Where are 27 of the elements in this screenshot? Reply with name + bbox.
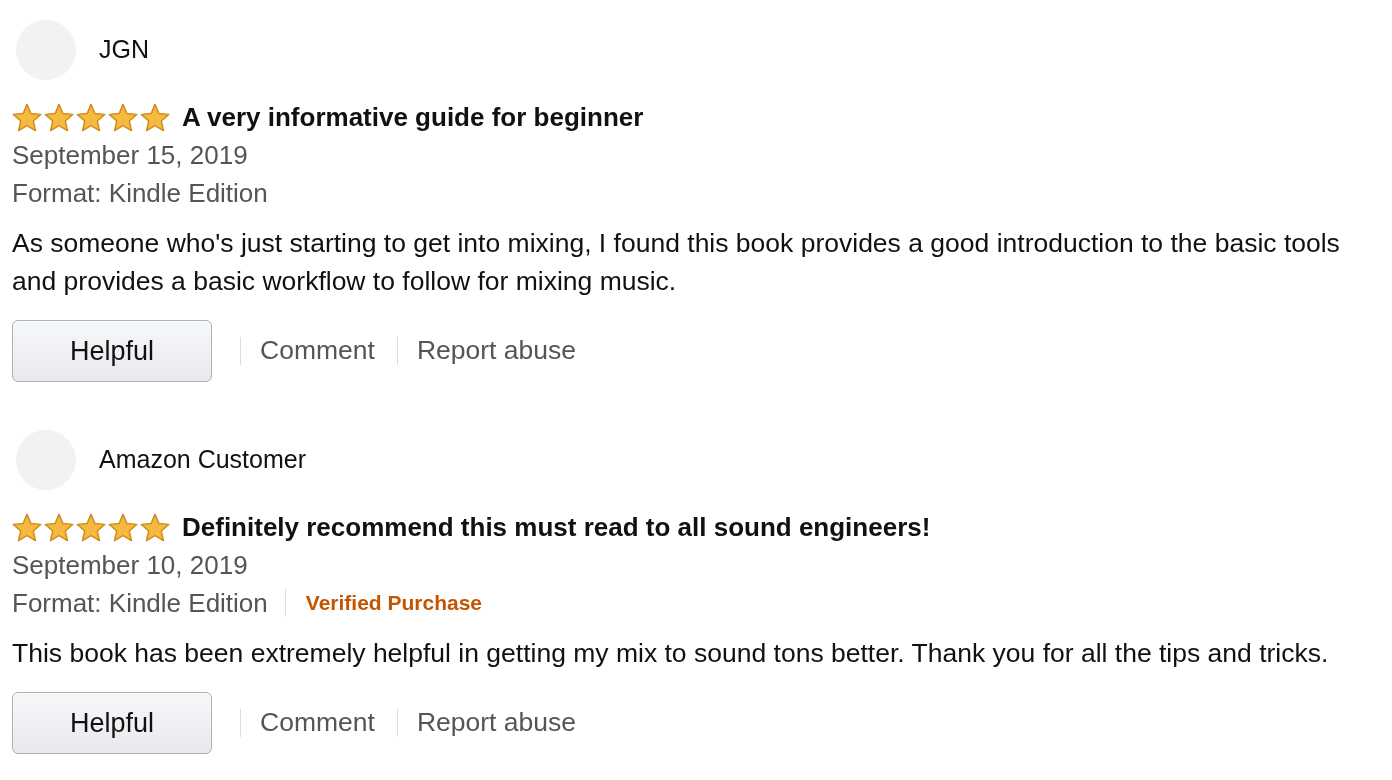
star-icon — [76, 102, 106, 132]
review-title: Definitely recommend this must read to all sound engineers! — [182, 510, 931, 544]
helpful-button[interactable]: Helpful — [12, 320, 212, 382]
reviewer-name: JGN — [99, 34, 149, 66]
star-icon — [12, 102, 42, 132]
action-link[interactable]: Report abuse — [416, 331, 576, 371]
star-icon — [140, 512, 170, 542]
star-icon — [108, 102, 138, 132]
star-icon — [108, 512, 138, 542]
reviewer-name: Amazon Customer — [99, 444, 307, 476]
review-title: A very informative guide for beginner — [182, 100, 644, 134]
review-date: September 10, 2019 — [12, 549, 248, 582]
review-body: As someone who's just starting to get into mixing, I found this book provides a good introduction to the basic tools and provides a basic workflow to follow for mixing music. — [12, 227, 1341, 298]
star-icon — [12, 512, 42, 542]
helpful-button[interactable]: Helpful — [12, 692, 212, 754]
star-icon — [44, 102, 74, 132]
review-format: Format: Kindle Edition — [12, 176, 268, 210]
action-link[interactable]: Comment — [260, 703, 375, 743]
star-icon — [44, 512, 74, 542]
review-body: This book has been extremely helpful in getting my mix to sound tons better. Thank you for all the tips and tricks. — [12, 637, 1330, 670]
star-icon — [140, 102, 170, 132]
review-date: September 15, 2019 — [12, 139, 248, 172]
star-icon — [76, 512, 106, 542]
action-link[interactable]: Report abuse — [416, 703, 576, 743]
action-link[interactable]: Comment — [260, 331, 375, 371]
verified-purchase-label: Verified Purchase — [305, 590, 483, 617]
review-format: Format: Kindle Edition — [12, 586, 268, 620]
